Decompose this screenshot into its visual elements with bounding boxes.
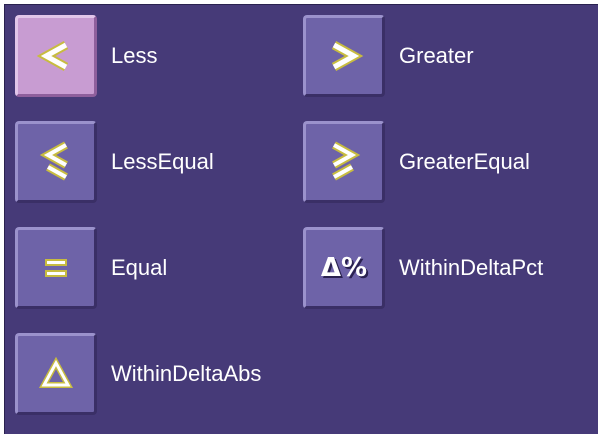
within-delta-abs-button[interactable] [15, 333, 97, 415]
within-delta-pct-button[interactable]: Δ% [303, 227, 385, 309]
option-within-delta-pct[interactable]: Δ% WithinDeltaPct [303, 227, 543, 309]
option-label: WithinDeltaAbs [111, 361, 262, 386]
less-equal-icon [39, 141, 68, 181]
delta-percent-icon: Δ% [320, 253, 368, 283]
option-equal[interactable]: Equal [15, 227, 167, 309]
greater-equal-button[interactable] [303, 121, 385, 203]
equal-button[interactable] [15, 227, 97, 309]
option-less-equal[interactable]: LessEqual [15, 121, 214, 203]
greater-equal-icon [332, 141, 361, 181]
option-less[interactable]: Less [15, 15, 157, 97]
option-label: LessEqual [111, 149, 214, 174]
comparison-panel: Less Greater LessEqual GreaterEqual Equa… [4, 4, 598, 434]
option-label: WithinDeltaPct [399, 255, 544, 280]
option-label: GreaterEqual [399, 149, 530, 174]
option-label: Equal [111, 255, 168, 280]
less-button[interactable] [15, 15, 97, 97]
equal-icon [45, 259, 67, 277]
less-equal-button[interactable] [15, 121, 97, 203]
greater-than-icon [331, 41, 364, 71]
option-greater-equal[interactable]: GreaterEqual [303, 121, 530, 203]
option-greater[interactable]: Greater [303, 15, 474, 97]
delta-icon [38, 356, 74, 388]
less-than-icon [36, 41, 69, 71]
option-label: Greater [399, 43, 474, 68]
greater-button[interactable] [303, 15, 385, 97]
option-within-delta-abs[interactable]: WithinDeltaAbs [15, 333, 261, 415]
option-label: Less [111, 43, 158, 68]
